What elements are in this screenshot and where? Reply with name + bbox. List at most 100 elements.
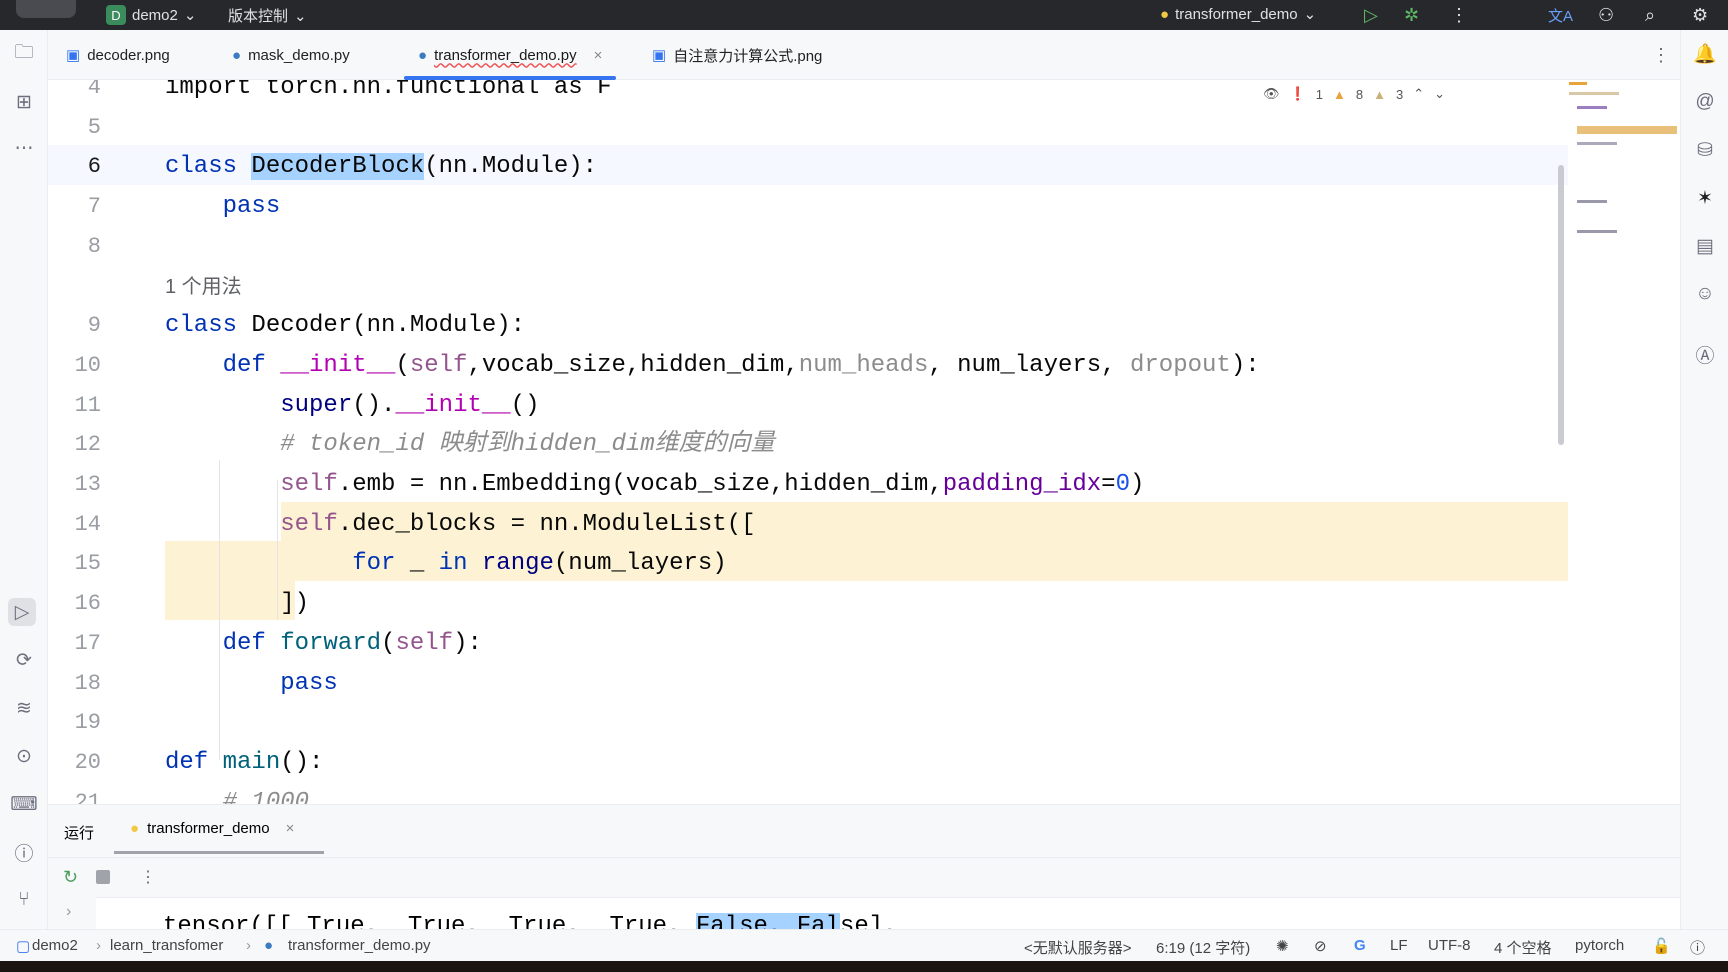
line-number: 14 [74, 511, 101, 537]
python-interpreter[interactable]: pytorch [1575, 937, 1624, 954]
chevron-down-icon[interactable]: ⌄ [1434, 86, 1445, 102]
tabs-more-icon[interactable]: ⋮ [1652, 30, 1670, 80]
code-token: import torch.nn.functional as F [165, 80, 612, 101]
more-icon[interactable]: ⋮ [140, 867, 156, 887]
code-line: 13 self.emb = nn.Embedding(vocab_size,hi… [48, 465, 1568, 505]
code-token: for [352, 550, 396, 578]
line-number: 7 [87, 194, 101, 220]
code-line: 15 for _ in range(num_layers) [48, 544, 1568, 584]
tab-label: 自注意力计算公式.png [673, 47, 823, 65]
rerun-icon[interactable]: ↻ [63, 867, 78, 888]
code-token: (num_layers) [553, 550, 727, 578]
caret-position[interactable]: 6:19 (12 字符) [1156, 937, 1250, 958]
code-token: (). [352, 391, 396, 419]
code-token: self [395, 629, 454, 657]
editor-scrollbar[interactable] [1558, 165, 1564, 445]
code-token: ) [1129, 471, 1145, 498]
code-line: 11 super().__init__() [48, 386, 1568, 426]
git-icon[interactable]: ⑂ [10, 886, 38, 914]
run-config-selector[interactable]: ● transformer_demo ⌄ [1160, 5, 1316, 24]
terminal-icon[interactable]: ⌨ [10, 790, 38, 818]
breadcrumb-folder[interactable]: learn_transfomer [110, 937, 223, 954]
translate-icon[interactable]: 文A [1548, 5, 1573, 26]
layers-icon[interactable]: ≋ [10, 694, 38, 722]
python-icon: ● [232, 46, 242, 64]
folder-icon[interactable]: 🗀 [10, 40, 38, 68]
file-encoding[interactable]: UTF-8 [1428, 937, 1471, 954]
chevron-down-icon: ⌄ [183, 7, 197, 24]
tab-mask-demo[interactable]: ● mask_demo.py [232, 30, 350, 80]
code-line: 7 pass [48, 187, 1568, 227]
sciview-icon[interactable]: ▤ [1691, 232, 1719, 260]
google-icon[interactable]: G [1354, 937, 1366, 954]
settings-icon[interactable]: ⚙ [1692, 5, 1708, 26]
breadcrumb-project[interactable]: demo2 [32, 937, 78, 954]
right-tool-strip: 🔔 @ ⛁ ✶ ▤ ☺ Ⓐ [1680, 30, 1728, 943]
indent-setting[interactable]: 4 个空格 [1494, 937, 1552, 958]
run-icon[interactable]: ▷ [1364, 5, 1378, 26]
code-text: 1 个用法 [165, 267, 242, 308]
problems-status-icon[interactable]: ⓘ [1690, 937, 1705, 958]
code-token: DecoderBlock [251, 153, 425, 181]
breadcrumb-file[interactable]: transformer_demo.py [288, 937, 431, 954]
database-icon[interactable]: ⛁ [1691, 136, 1719, 164]
add-user-icon[interactable]: ⚇ [1598, 5, 1614, 26]
project-icon: ▢ [16, 938, 31, 955]
close-icon[interactable]: × [286, 820, 295, 837]
minimap[interactable] [1567, 80, 1679, 280]
run-tool-icon[interactable]: ▷ [8, 598, 36, 626]
inspection-widget[interactable]: 👁 ❗ 1 ▲ 8 ▲ 3 ⌃ ⌄ [1263, 86, 1445, 102]
copilot-icon[interactable]: ☺ [1691, 280, 1719, 308]
debug-icon[interactable]: ✲ [1404, 5, 1419, 26]
code-text: def __init__(self,vocab_size,hidden_dim,… [165, 346, 1260, 386]
ai-assistant-icon[interactable]: @ [1691, 88, 1719, 116]
reader-mode-icon[interactable]: 👁 [1263, 86, 1280, 102]
stop-icon[interactable] [96, 870, 110, 884]
server-status[interactable]: <无默认服务器> [1024, 937, 1132, 958]
run-tab[interactable]: ● transformer_demo × [130, 820, 294, 837]
code-token: def [222, 629, 281, 657]
python-console-icon[interactable]: ⟳ [10, 646, 38, 674]
ai-icon[interactable]: ✺ [1276, 937, 1289, 955]
code-token: self [280, 471, 338, 498]
chevron-down-icon: ⌄ [294, 7, 307, 25]
code-token: # token_id 映射到hidden_dim维度的向量 [280, 431, 775, 459]
tab-decoder-png[interactable]: ▣ decoder.png [66, 30, 170, 80]
code-line: 6 class DecoderBlock(nn.Module): [48, 147, 1568, 187]
lock-icon[interactable]: 🔓 [1652, 937, 1671, 955]
line-number: 9 [87, 313, 101, 339]
font-icon[interactable]: Ⓐ [1691, 340, 1719, 368]
code-text: self.emb = nn.Embedding(vocab_size,hidde… [165, 465, 1144, 505]
usages-inlay[interactable]: 1 个用法 [165, 276, 242, 298]
warning-icon: ▲ [1332, 86, 1346, 102]
more-tools-icon[interactable]: ⋯ [10, 134, 38, 162]
line-number: 11 [74, 392, 101, 418]
vcs-menu[interactable]: 版本控制 ⌄ [228, 5, 307, 26]
code-token: main [222, 748, 281, 776]
status-bar: ▢ demo2 › learn_transfomer › ● transform… [0, 929, 1728, 961]
close-icon[interactable]: × [594, 47, 603, 64]
notifications-icon[interactable]: 🔔 [1691, 40, 1719, 68]
services-icon[interactable]: ⊙ [10, 742, 38, 770]
plugin-icon[interactable]: ✶ [1691, 184, 1719, 212]
chevron-up-icon[interactable]: ⌃ [1413, 86, 1424, 102]
left-tool-strip: 🗀 ⊞ ⋯ ▷ ⟳ ≋ ⊙ ⌨ ⓘ ⑂ [0, 30, 48, 943]
search-icon[interactable]: ⌕ [1645, 5, 1655, 26]
line-number: 16 [74, 591, 101, 617]
tab-transformer-demo[interactable]: ● transformer_demo.py × [403, 30, 617, 80]
code-token: (): [280, 748, 324, 776]
tab-attention-png[interactable]: ▣ 自注意力计算公式.png [652, 30, 822, 80]
code-line: 10 def __init__(self,vocab_size,hidden_d… [48, 346, 1568, 386]
code-line: 14 self.dec_blocks = nn.ModuleList([ [48, 505, 1568, 545]
structure-icon[interactable]: ⊞ [10, 88, 38, 116]
project-selector[interactable]: Ddemo2 ⌄ [106, 5, 196, 25]
no-sync-icon[interactable]: ⊘ [1314, 937, 1327, 955]
main-menu-button[interactable] [16, 0, 76, 18]
code-editor[interactable]: 4 import torch.nn.functional as F 5 6 class … [48, 80, 1680, 804]
line-separator[interactable]: LF [1390, 937, 1408, 954]
more-icon[interactable]: ⋮ [1450, 5, 1468, 26]
problems-icon[interactable]: ⓘ [10, 838, 38, 866]
expand-icon[interactable]: › [66, 903, 71, 921]
